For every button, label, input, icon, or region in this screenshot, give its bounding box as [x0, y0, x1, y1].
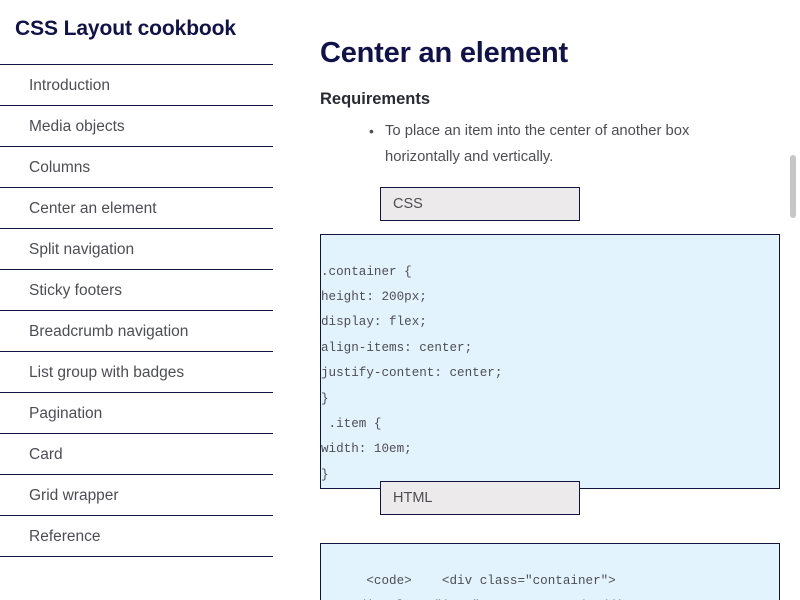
code-block-css[interactable]: .container { height: 200px; display: fle…: [320, 233, 780, 489]
sidebar-item-media-objects[interactable]: Media objects: [0, 106, 273, 147]
page-root: CSS Layout cookbook Introduction Media o…: [0, 0, 800, 600]
tab-css[interactable]: CSS: [380, 187, 580, 221]
sidebar-item-card[interactable]: Card: [0, 434, 273, 475]
site-title: CSS Layout cookbook: [15, 17, 236, 40]
sidebar-item-center-an-element[interactable]: Center an element: [0, 188, 273, 229]
section-heading-requirements: Requirements: [320, 89, 431, 108]
sidebar: CSS Layout cookbook Introduction Media o…: [0, 0, 300, 600]
page-title: Center an element: [320, 37, 569, 70]
sidebar-item-columns[interactable]: Columns: [0, 147, 273, 188]
sidebar-item-introduction[interactable]: Introduction: [0, 65, 273, 106]
sidebar-nav: Introduction Media objects Columns Cente…: [0, 64, 273, 557]
page-scrollbar-track[interactable]: [786, 0, 800, 600]
list-item: To place an item into the center of anot…: [369, 118, 755, 170]
page-scrollbar-thumb[interactable]: [790, 155, 796, 218]
tab-html[interactable]: HTML: [380, 481, 580, 515]
sidebar-item-breadcrumb-navigation[interactable]: Breadcrumb navigation: [0, 311, 273, 352]
sidebar-item-pagination[interactable]: Pagination: [0, 393, 273, 434]
main-content: Center an element Requirements To place …: [300, 0, 800, 600]
sidebar-item-reference[interactable]: Reference: [0, 516, 273, 557]
sidebar-item-split-navigation[interactable]: Split navigation: [0, 229, 273, 270]
sidebar-item-grid-wrapper[interactable]: Grid wrapper: [0, 475, 273, 516]
requirements-list: To place an item into the center of anot…: [360, 118, 755, 170]
sidebar-item-sticky-footers[interactable]: Sticky footers: [0, 270, 273, 311]
code-block-html[interactable]: <code> <div class="container"> <div clas…: [320, 542, 780, 600]
sidebar-item-list-group-with-badges[interactable]: List group with badges: [0, 352, 273, 393]
